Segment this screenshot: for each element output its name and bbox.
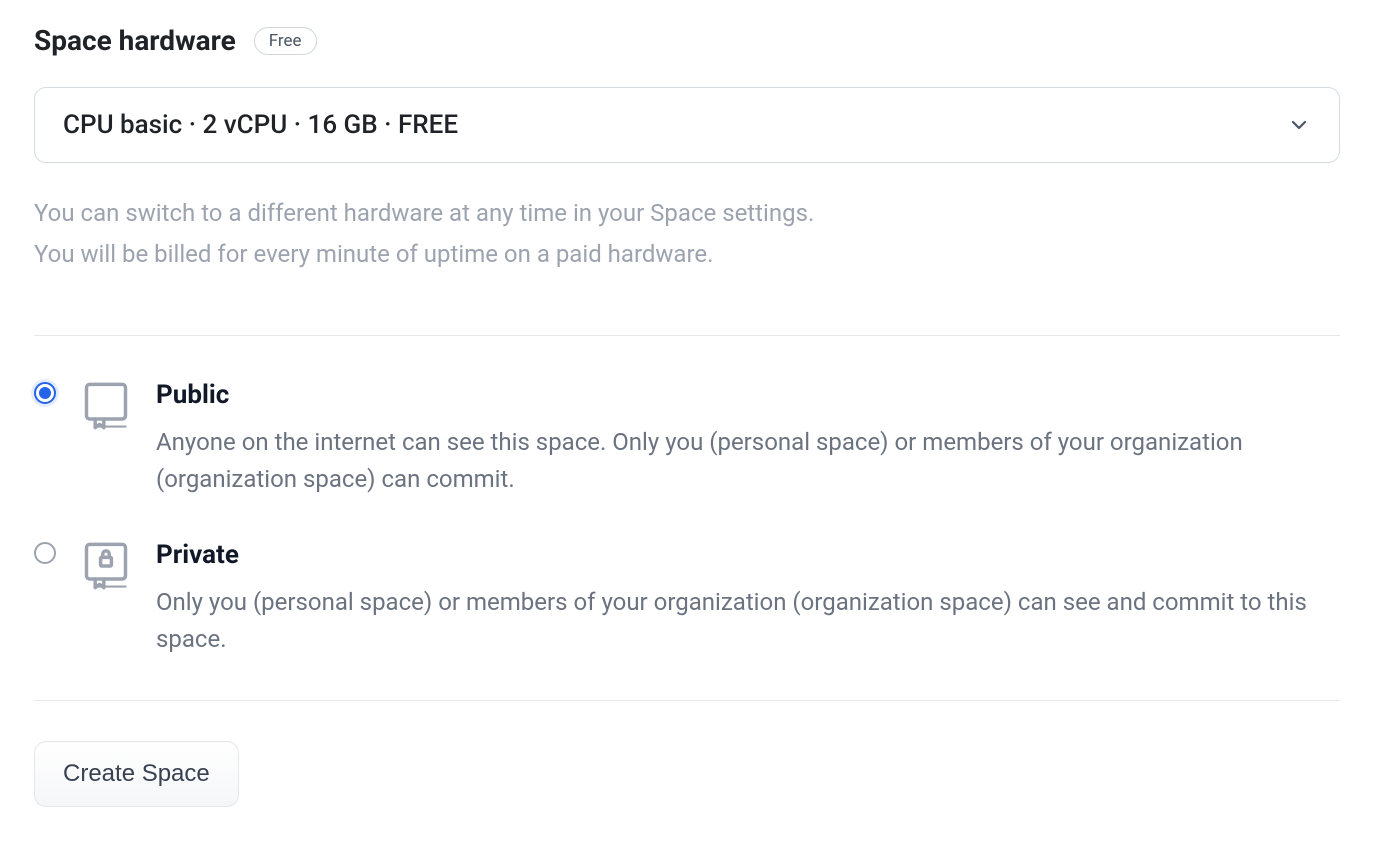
section-divider — [34, 335, 1340, 336]
create-space-button[interactable]: Create Space — [34, 741, 239, 807]
hardware-section-header: Space hardware Free — [34, 24, 1340, 57]
book-public-icon — [80, 380, 132, 432]
radio-public[interactable] — [34, 382, 56, 404]
hardware-hint: You can switch to a different hardware a… — [34, 193, 1340, 275]
visibility-option-private[interactable]: Private Only you (personal space) or mem… — [34, 540, 1340, 658]
public-desc: Anyone on the internet can see this spac… — [156, 424, 1340, 498]
visibility-option-public[interactable]: Public Anyone on the internet can see th… — [34, 380, 1340, 498]
private-desc: Only you (personal space) or members of … — [156, 584, 1340, 658]
radio-private[interactable] — [34, 542, 56, 564]
hardware-select-value: CPU basic · 2 vCPU · 16 GB · FREE — [63, 110, 458, 140]
public-title: Public — [156, 380, 1340, 410]
free-badge: Free — [254, 27, 317, 55]
private-title: Private — [156, 540, 1340, 570]
hardware-title: Space hardware — [34, 24, 236, 57]
hardware-hint-line2: You will be billed for every minute of u… — [34, 234, 1340, 275]
hardware-select[interactable]: CPU basic · 2 vCPU · 16 GB · FREE — [34, 87, 1340, 163]
section-divider-2 — [34, 700, 1340, 701]
hardware-hint-line1: You can switch to a different hardware a… — [34, 193, 1340, 234]
book-lock-icon — [80, 540, 132, 592]
chevron-down-icon — [1287, 113, 1311, 137]
